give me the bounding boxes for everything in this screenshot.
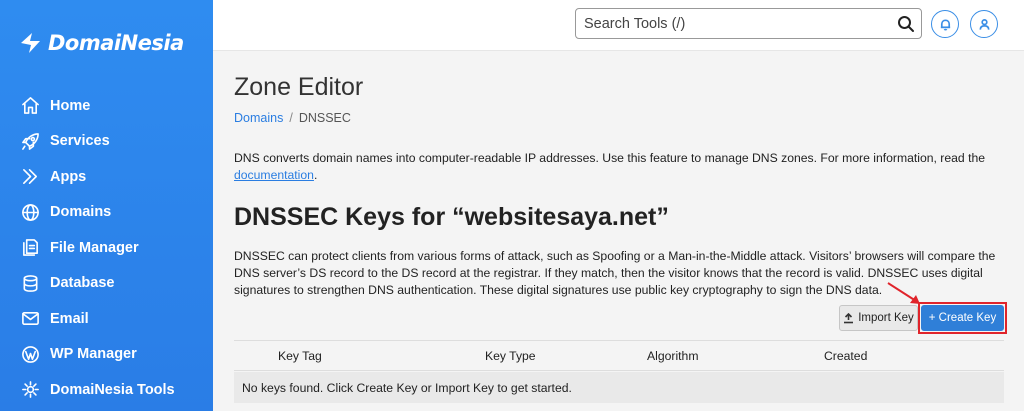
bell-icon (940, 18, 950, 31)
sidebar-item-wp-manager[interactable]: WP Manager (0, 337, 213, 373)
email-icon (20, 309, 40, 329)
sidebar-item-home[interactable]: Home (0, 88, 213, 124)
create-key-label: + Create Key (928, 312, 997, 324)
notifications-button[interactable] (931, 10, 959, 38)
sidebar-item-label: DomaiNesia Tools (50, 381, 175, 398)
sidebar-item-label: Apps (50, 168, 87, 185)
sidebar-item-domains[interactable]: Domains (0, 195, 213, 231)
search-box (575, 8, 922, 39)
user-account-button[interactable] (970, 10, 998, 38)
breadcrumb-separator: / (289, 111, 293, 125)
home-icon (20, 96, 40, 116)
column-header-algorithm[interactable]: Algorithm (647, 349, 698, 363)
keys-table: Key Tag Key Type Algorithm Created No ke… (234, 340, 1004, 403)
sidebar-item-file-manager[interactable]: File Manager (0, 230, 213, 266)
sidebar-item-label: Home (50, 97, 91, 114)
intro-period: . (313, 168, 318, 182)
globe-icon (20, 202, 40, 222)
user-icon (978, 18, 990, 30)
upload-icon (844, 312, 854, 323)
sidebar-nav: Home Services Apps Domains File Manager (0, 88, 213, 408)
column-header-key-tag[interactable]: Key Tag (278, 349, 322, 363)
logo[interactable]: DomaiNesia (18, 30, 184, 56)
sidebar-item-label: WP Manager (50, 346, 137, 363)
table-empty-row: No keys found. Click Create Key or Impor… (234, 372, 1004, 403)
intro-text: DNS converts domain names into computer-… (234, 150, 1004, 184)
sidebar-item-label: Services (50, 133, 110, 150)
import-key-button[interactable]: Import Key (839, 305, 918, 331)
intro-sentence: DNS converts domain names into computer-… (234, 151, 986, 165)
column-header-created[interactable]: Created (824, 349, 867, 363)
sidebar-item-label: Domains (50, 204, 112, 221)
import-key-label: Import Key (858, 312, 914, 324)
sidebar-item-domainesia-tools[interactable]: DomaiNesia Tools (0, 372, 213, 408)
wordpress-icon (20, 344, 40, 364)
logo-icon (21, 33, 40, 53)
documentation-link[interactable]: documentation (234, 168, 314, 182)
breadcrumb: Domains / DNSSEC (234, 111, 351, 125)
logo-text: DomaiNesia (48, 31, 184, 55)
apps-icon (20, 167, 40, 187)
table-header: Key Tag Key Type Algorithm Created (234, 340, 1004, 371)
sidebar-item-label: File Manager (50, 239, 139, 256)
section-title: DNSSEC Keys for “websitesaya.net” (234, 203, 669, 231)
page-title: Zone Editor (234, 73, 364, 101)
file-icon (20, 238, 40, 258)
rocket-icon (20, 131, 40, 151)
database-icon (20, 273, 40, 293)
create-key-button[interactable]: + Create Key (921, 305, 1004, 331)
sidebar-item-email[interactable]: Email (0, 301, 213, 337)
empty-message: No keys found. Click Create Key or Impor… (242, 380, 572, 395)
sidebar-item-database[interactable]: Database (0, 266, 213, 302)
main-content: Zone Editor Domains / DNSSEC DNS converts … (213, 51, 1024, 411)
search-input[interactable] (584, 15, 884, 32)
sidebar-item-label: Database (50, 275, 115, 292)
sidebar: DomaiNesia Home Services Apps Domains Fi… (0, 0, 213, 411)
search-icon[interactable] (897, 15, 915, 33)
sidebar-item-apps[interactable]: Apps (0, 159, 213, 195)
breadcrumb-current: DNSSEC (298, 111, 351, 125)
breadcrumb-domains-link[interactable]: Domains (234, 111, 283, 125)
sidebar-item-label: Email (50, 310, 89, 327)
top-header (213, 0, 1024, 51)
sidebar-item-services[interactable]: Services (0, 124, 213, 160)
column-header-key-type[interactable]: Key Type (485, 349, 536, 363)
tools-icon (20, 380, 40, 400)
